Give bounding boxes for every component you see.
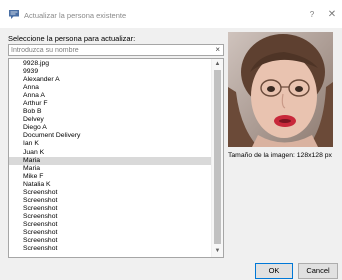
list-item[interactable]: Alexander A bbox=[9, 76, 212, 84]
list-item[interactable]: Mike F bbox=[9, 173, 212, 181]
app-icon bbox=[9, 10, 19, 19]
list-item[interactable]: Screenshot bbox=[9, 245, 212, 253]
list-item[interactable]: Screenshot bbox=[9, 229, 212, 237]
list-item[interactable]: Screenshot bbox=[9, 213, 212, 221]
list-item[interactable]: Anna A bbox=[9, 92, 212, 100]
select-person-label: Seleccione la persona para actualizar: bbox=[8, 34, 136, 43]
list-item[interactable]: Maria bbox=[9, 165, 212, 173]
search-input[interactable] bbox=[9, 45, 209, 55]
scroll-up-icon[interactable]: ▲ bbox=[212, 59, 223, 70]
close-button[interactable]: ✕ bbox=[321, 6, 342, 24]
list-item[interactable]: Screenshot bbox=[9, 205, 212, 213]
cancel-button[interactable]: Cancel bbox=[298, 263, 338, 279]
list-item[interactable]: Juan K bbox=[9, 149, 212, 157]
person-photo-preview bbox=[228, 32, 333, 147]
person-list-items: 9928.jpg 9939 Alexander A Anna Anna A Arthur … bbox=[9, 60, 212, 253]
list-item[interactable]: Screenshot bbox=[9, 221, 212, 229]
list-item[interactable]: Anna bbox=[9, 84, 212, 92]
ok-button[interactable]: OK bbox=[255, 263, 293, 279]
clear-search-button[interactable]: × bbox=[215, 44, 220, 55]
list-item[interactable]: Delvey bbox=[9, 116, 212, 124]
list-item[interactable]: Screenshot bbox=[9, 237, 212, 245]
search-box: × bbox=[8, 44, 224, 56]
list-item[interactable]: Natalia K bbox=[9, 181, 212, 189]
image-size-label: Tamaño de la imagen: 128x128 px bbox=[228, 152, 332, 159]
list-item[interactable]: Bob B bbox=[9, 108, 212, 116]
list-item[interactable]: Diego A bbox=[9, 124, 212, 132]
list-item[interactable]: Maria bbox=[9, 156, 212, 165]
title-bar: Actualizar la persona existente ? ✕ bbox=[0, 0, 342, 28]
list-item[interactable]: 9939 bbox=[9, 68, 212, 76]
help-button[interactable]: ? bbox=[301, 6, 323, 24]
update-person-dialog: Actualizar la persona existente ? ✕ Sele… bbox=[0, 0, 342, 280]
list-item[interactable]: Screenshot bbox=[9, 189, 212, 197]
face-photo bbox=[228, 32, 333, 147]
scrollbar[interactable]: ▲ ▼ bbox=[211, 59, 223, 257]
list-item[interactable]: Document Delivery bbox=[9, 132, 212, 140]
list-item[interactable]: Ian K bbox=[9, 140, 212, 148]
scroll-thumb[interactable] bbox=[214, 70, 221, 244]
scroll-down-icon[interactable]: ▼ bbox=[212, 246, 223, 257]
list-item[interactable]: Arthur F bbox=[9, 100, 212, 108]
person-list[interactable]: 9928.jpg 9939 Alexander A Anna Anna A Arthur … bbox=[8, 58, 224, 258]
list-item[interactable]: 9928.jpg bbox=[9, 60, 212, 68]
list-item[interactable]: Screenshot bbox=[9, 197, 212, 205]
window-title: Actualizar la persona existente bbox=[24, 11, 127, 20]
